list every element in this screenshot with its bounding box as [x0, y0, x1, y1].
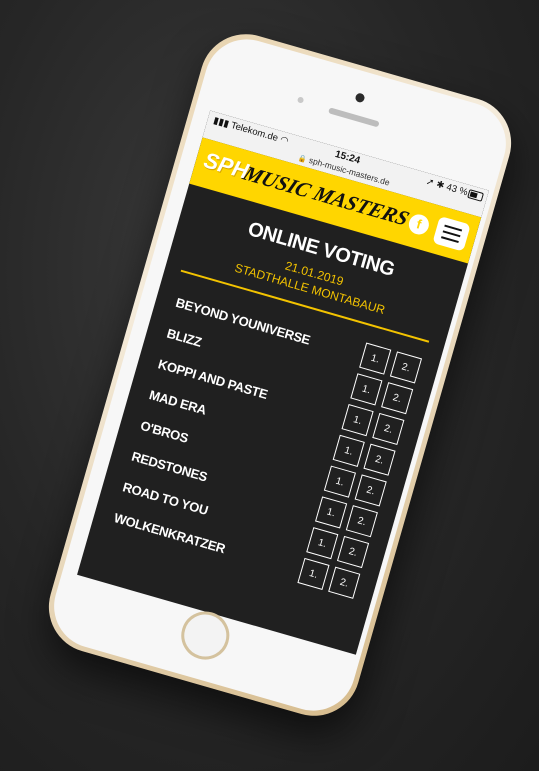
- vote-first-button[interactable]: 1.: [341, 404, 374, 437]
- vote-first-button[interactable]: 1.: [323, 465, 357, 498]
- vote-first-button[interactable]: 1.: [332, 434, 365, 467]
- hamburger-line: [444, 224, 463, 232]
- lock-icon: 🔒: [297, 154, 308, 164]
- vote-second-button[interactable]: 2.: [328, 566, 361, 599]
- vote-second-button[interactable]: 2.: [336, 535, 370, 569]
- vote-second-button[interactable]: 2.: [372, 412, 405, 446]
- vote-first-button[interactable]: 1.: [297, 557, 330, 591]
- vote-second-button[interactable]: 2.: [345, 505, 378, 538]
- speaker-grille: [328, 107, 380, 128]
- vote-first-button[interactable]: 1.: [359, 342, 392, 375]
- bluetooth-icon: ✱: [434, 178, 446, 192]
- vote-first-button[interactable]: 1.: [350, 373, 383, 406]
- vote-first-button[interactable]: 1.: [315, 496, 348, 529]
- menu-button[interactable]: [432, 215, 471, 252]
- vote-first-button[interactable]: 1.: [306, 527, 339, 560]
- facebook-icon[interactable]: f: [406, 212, 432, 237]
- phone-screen: ▮▮▮ Telekom.de ◠ 15:24 🔒 sph-music-maste…: [77, 110, 489, 655]
- location-icon: ➚: [424, 176, 436, 189]
- vote-second-button[interactable]: 2.: [381, 382, 414, 415]
- vote-second-button[interactable]: 2.: [389, 351, 423, 384]
- phone-device: ▮▮▮ Telekom.de ◠ 15:24 🔒 sph-music-maste…: [37, 23, 523, 727]
- vote-second-button[interactable]: 2.: [354, 474, 387, 507]
- hamburger-line: [442, 230, 461, 238]
- hamburger-line: [440, 236, 459, 244]
- scene: ▮▮▮ Telekom.de ◠ 15:24 🔒 sph-music-maste…: [0, 0, 539, 771]
- front-camera-icon: [353, 92, 366, 104]
- vote-second-button[interactable]: 2.: [363, 443, 396, 476]
- sensor-icon: [296, 96, 305, 104]
